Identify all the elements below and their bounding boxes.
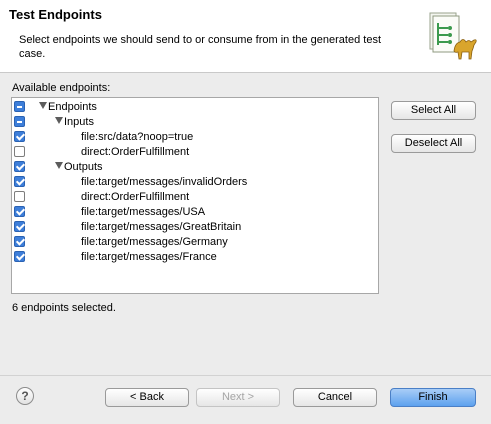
tree-node-label: Endpoints: [48, 101, 97, 113]
inputs-checkbox[interactable]: [14, 116, 25, 127]
expand-triangle-icon[interactable]: [55, 117, 63, 124]
wizard-header: Test Endpoints Select endpoints we shoul…: [0, 0, 491, 73]
endpoint-checkbox[interactable]: [14, 146, 25, 157]
tree-leaf[interactable]: file:target/messages/France: [12, 250, 378, 265]
endpoints-tree[interactable]: Endpoints Inputs file:src/data?noop=true…: [11, 97, 379, 294]
back-button[interactable]: < Back: [105, 388, 189, 407]
selection-status: 6 endpoints selected.: [12, 302, 116, 314]
camel-wizard-banner-icon: [424, 11, 482, 63]
tree-node-label: Inputs: [64, 116, 94, 128]
tree-leaf[interactable]: file:target/messages/Germany: [12, 235, 378, 250]
expand-triangle-icon[interactable]: [39, 102, 47, 109]
tree-node-endpoints[interactable]: Endpoints: [12, 100, 378, 115]
endpoint-checkbox[interactable]: [14, 251, 25, 262]
footer-divider: [0, 375, 491, 376]
page-title: Test Endpoints: [9, 7, 102, 22]
outputs-checkbox[interactable]: [14, 161, 25, 172]
endpoint-label: file:target/messages/Germany: [81, 236, 228, 248]
endpoint-label: file:src/data?noop=true: [81, 131, 194, 143]
endpoint-checkbox[interactable]: [14, 191, 25, 202]
endpoint-checkbox[interactable]: [14, 131, 25, 142]
endpoint-label: file:target/messages/invalidOrders: [81, 176, 248, 188]
tree-leaf[interactable]: direct:OrderFulfillment: [12, 145, 378, 160]
cancel-button[interactable]: Cancel: [293, 388, 377, 407]
tree-leaf[interactable]: file:src/data?noop=true: [12, 130, 378, 145]
endpoint-label: file:target/messages/GreatBritain: [81, 221, 242, 233]
tree-node-label: Outputs: [64, 161, 103, 173]
select-all-button[interactable]: Select All: [391, 101, 476, 120]
endpoints-checkbox[interactable]: [14, 101, 25, 112]
endpoint-checkbox[interactable]: [14, 206, 25, 217]
tree-node-inputs[interactable]: Inputs: [12, 115, 378, 130]
tree-leaf[interactable]: file:target/messages/GreatBritain: [12, 220, 378, 235]
deselect-all-button[interactable]: Deselect All: [391, 134, 476, 153]
endpoint-label: file:target/messages/USA: [81, 206, 206, 218]
endpoint-label: file:target/messages/France: [81, 251, 217, 263]
expand-triangle-icon[interactable]: [55, 162, 63, 169]
tree-leaf[interactable]: file:target/messages/USA: [12, 205, 378, 220]
finish-button[interactable]: Finish: [390, 388, 476, 407]
endpoint-checkbox[interactable]: [14, 176, 25, 187]
endpoint-label: direct:OrderFulfillment: [81, 191, 190, 203]
page-description: Select endpoints we should send to or co…: [19, 34, 381, 60]
endpoint-checkbox[interactable]: [14, 221, 25, 232]
tree-node-outputs[interactable]: Outputs: [12, 160, 378, 175]
help-icon[interactable]: ?: [16, 387, 34, 405]
endpoint-label: direct:OrderFulfillment: [81, 146, 190, 158]
tree-leaf[interactable]: direct:OrderFulfillment: [12, 190, 378, 205]
available-endpoints-label: Available endpoints:: [12, 82, 111, 94]
next-button[interactable]: Next >: [196, 388, 280, 407]
tree-leaf[interactable]: file:target/messages/invalidOrders: [12, 175, 378, 190]
endpoint-checkbox[interactable]: [14, 236, 25, 247]
